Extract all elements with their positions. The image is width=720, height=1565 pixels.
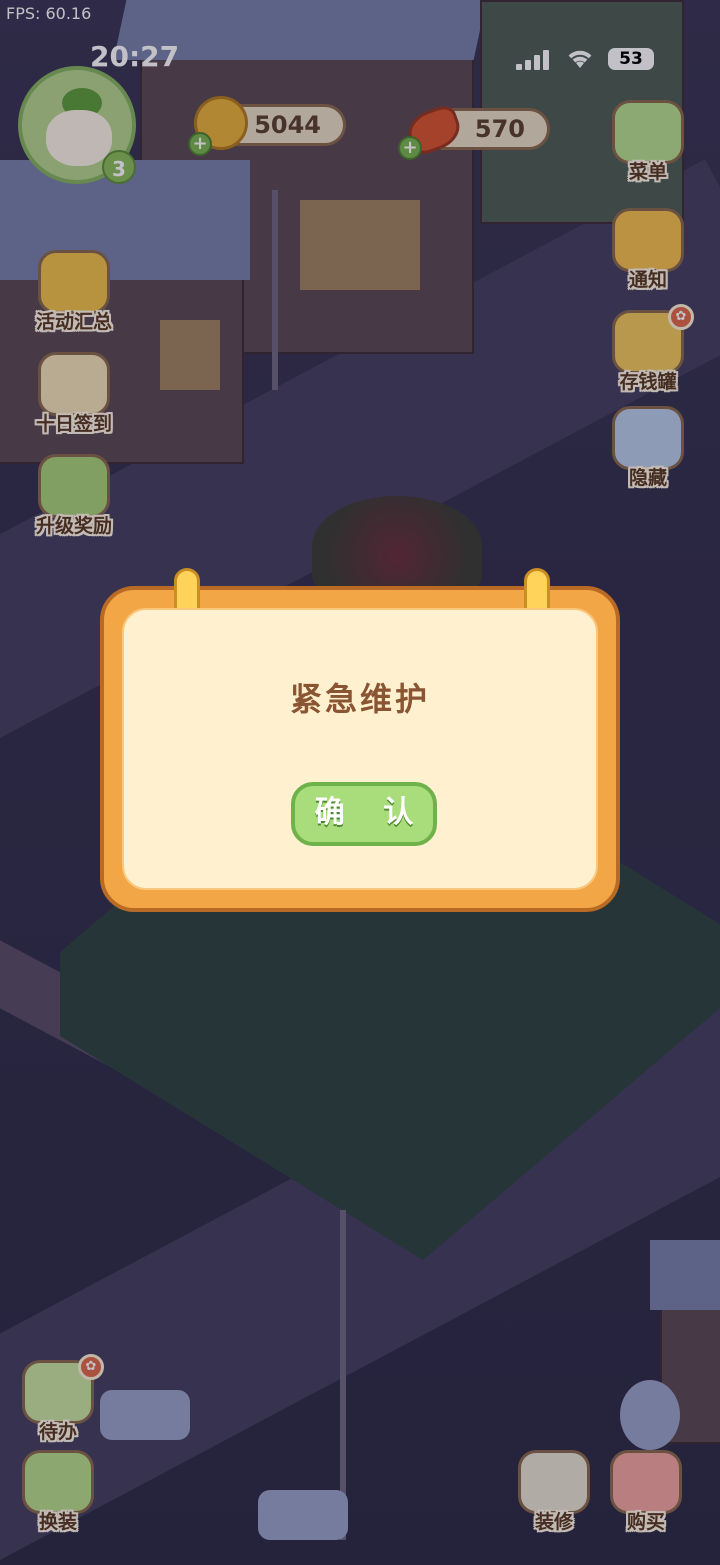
dialog-title: 紧急维护 [289,680,430,718]
maintenance-dialog: 紧急维护 确 认 [100,568,620,912]
dialog-body [122,608,598,890]
confirm-button[interactable]: 确 认 [291,782,437,846]
